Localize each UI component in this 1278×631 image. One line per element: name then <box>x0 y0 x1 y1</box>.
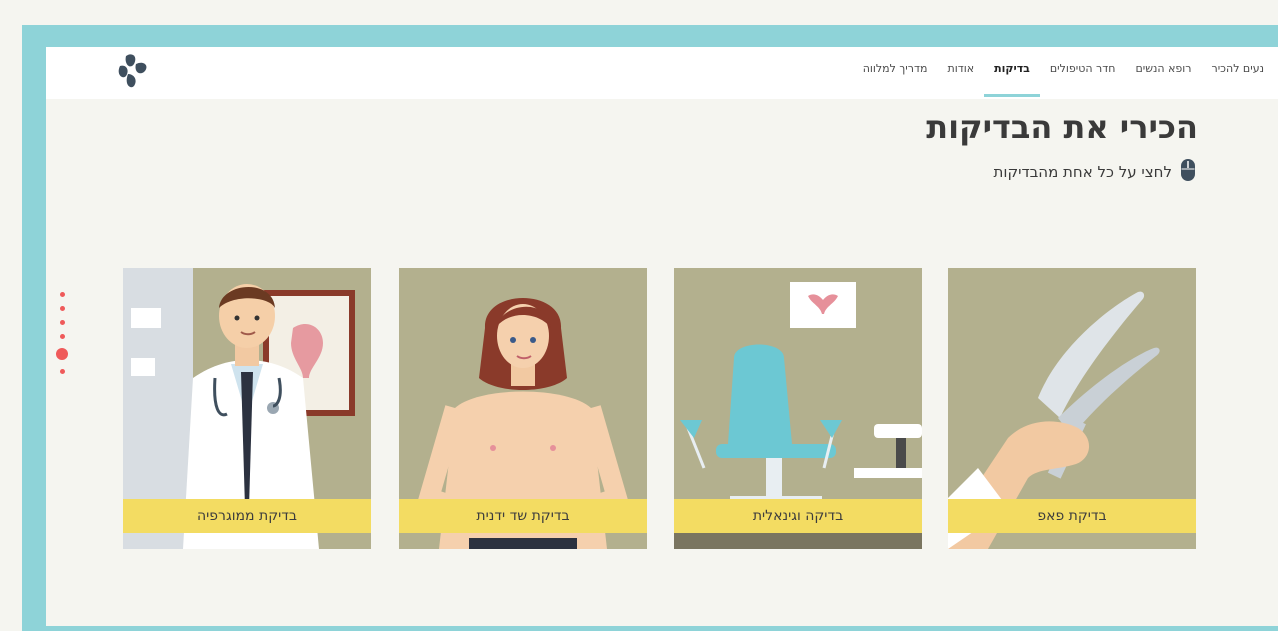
card-label: בדיקה וגינאלית <box>674 499 922 533</box>
nav-item-4[interactable]: אודות <box>947 62 974 75</box>
card-label: בדיקת שד ידנית <box>399 499 647 533</box>
subtitle-row: לחצי על כל אחת מהבדיקות <box>994 158 1197 186</box>
card-label: בדיקת ממוגרפיה <box>123 499 371 533</box>
pager-dot[interactable] <box>59 306 65 311</box>
pager-dot[interactable] <box>59 320 65 325</box>
card-mammography[interactable]: בדיקת ממוגרפיה <box>123 268 371 549</box>
pager-dot[interactable] <box>59 369 65 374</box>
pager-dot[interactable] <box>59 292 65 297</box>
page-frame-left <box>22 25 46 631</box>
main-nav: נעים להכיר רופא הנשים חדר הטיפולים בדיקו… <box>863 62 1264 97</box>
mouse-icon <box>1180 158 1196 186</box>
nav-item-3[interactable]: בדיקות <box>984 62 1040 97</box>
page-title: הכירי את הבדיקות <box>926 108 1198 146</box>
nav-item-2[interactable]: חדר הטיפולים <box>1050 62 1116 75</box>
page-frame-bottom <box>22 626 1278 631</box>
card-gynecological-exam[interactable]: בדיקה וגינאלית <box>674 268 922 549</box>
pager-dots <box>55 292 69 383</box>
pager-dot[interactable] <box>59 334 65 339</box>
page-frame-top <box>22 25 1278 47</box>
page-subtitle: לחצי על כל אחת מהבדיקות <box>993 163 1173 181</box>
card-label: בדיקת פאפ <box>948 499 1196 533</box>
pager-dot-active[interactable] <box>56 348 68 360</box>
card-pap-test[interactable]: בדיקת פאפ <box>948 268 1196 549</box>
nav-item-0[interactable]: נעים להכיר <box>1212 62 1264 75</box>
nav-item-5[interactable]: מדריך למלווה <box>863 62 928 75</box>
card-breast-exam[interactable]: בדיקת שד ידנית <box>399 268 647 549</box>
nav-item-1[interactable]: רופא הנשים <box>1135 62 1191 75</box>
logo-icon[interactable] <box>108 50 158 92</box>
